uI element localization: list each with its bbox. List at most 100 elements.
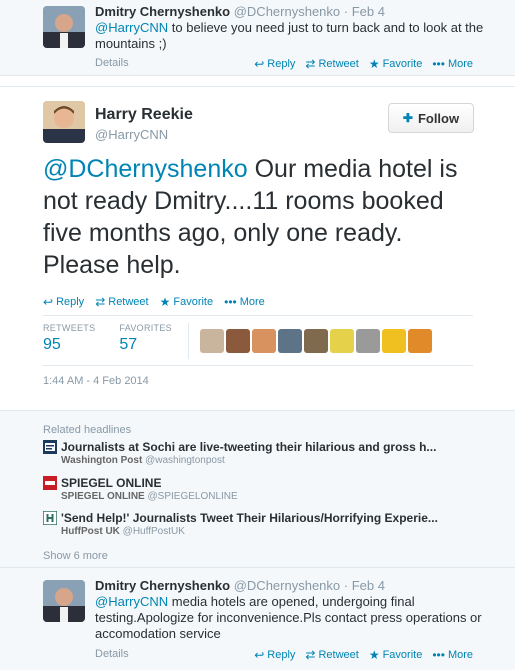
tweet-actions: ↩ Reply ⇄ Retweet ★ Favorite ••• More (254, 648, 473, 662)
retweet-icon: ⇄ (305, 648, 316, 662)
avatar[interactable] (43, 580, 85, 622)
avatar[interactable] (408, 329, 432, 353)
author-handle[interactable]: @HarryCNN (95, 127, 168, 142)
retweet-icon: ⇄ (95, 295, 106, 309)
divider (188, 323, 189, 359)
avatar[interactable] (278, 329, 302, 353)
divider (43, 365, 473, 366)
retweet-button[interactable]: ⇄ Retweet (95, 295, 148, 309)
source-name[interactable]: Washington Post (61, 455, 142, 466)
avatar[interactable] (43, 6, 85, 48)
bottom-tweet: Dmitry Chernyshenko @DChernyshenko · Feb… (0, 567, 515, 670)
headline-source: SPIEGEL ONLINE @SPIEGELONLINE (61, 491, 473, 502)
avatar[interactable] (43, 101, 85, 143)
source-name[interactable]: SPIEGEL ONLINE (61, 491, 145, 502)
avatar[interactable] (200, 329, 224, 353)
washington-post-logo-icon (43, 440, 57, 454)
author-handle[interactable]: @DChernyshenko (234, 4, 340, 19)
more-button[interactable]: ••• More (432, 57, 473, 71)
more-button[interactable]: ••• More (224, 295, 265, 309)
more-button[interactable]: ••• More (432, 648, 473, 662)
retweets-count: 95 (43, 336, 61, 353)
source-handle[interactable]: @washingtonpost (145, 455, 225, 466)
reply-button[interactable]: ↩ Reply (254, 648, 295, 662)
star-icon: ★ (368, 648, 380, 662)
avatar[interactable] (356, 329, 380, 353)
avatar[interactable] (330, 329, 354, 353)
reply-label: Reply (267, 58, 296, 70)
reply-button[interactable]: ↩ Reply (254, 57, 295, 71)
mention-link[interactable]: @HarryCNN (95, 20, 168, 35)
headline-title[interactable]: Journalists at Sochi are live-tweeting t… (61, 440, 436, 454)
headline-item[interactable]: 'Send Help!' Journalists Tweet Their Hil… (43, 511, 473, 537)
retweet-label: Retweet (318, 649, 359, 661)
ellipsis-icon: ••• (432, 648, 445, 662)
mention-link[interactable]: @DChernyshenko (43, 155, 248, 183)
follow-button[interactable]: ✚ Follow (388, 103, 474, 133)
avatar[interactable] (304, 329, 328, 353)
reply-icon: ↩ (254, 57, 265, 71)
top-tweet: Dmitry Chernyshenko @DChernyshenko · Feb… (0, 0, 515, 76)
related-headlines: Related headlines Journalists at Sochi a… (0, 410, 515, 567)
details-link[interactable]: Details (95, 57, 129, 69)
favorite-label: Favorite (173, 296, 214, 308)
retweets-stat[interactable]: RETWEETS 95 (43, 323, 95, 354)
favorite-button[interactable]: ★ Favorite (369, 57, 423, 71)
tweet-actions: ↩ Reply ⇄ Retweet ★ Favorite ••• More (254, 57, 473, 71)
huffpost-logo-icon (43, 511, 57, 525)
favorites-stat[interactable]: FAVORITES 57 (119, 323, 172, 354)
avatar[interactable] (226, 329, 250, 353)
more-label: More (239, 296, 265, 308)
avatar[interactable] (252, 329, 276, 353)
favoriter-avatars (200, 329, 432, 353)
source-handle[interactable]: @SPIEGELONLINE (148, 491, 238, 502)
favorite-label: Favorite (382, 649, 423, 661)
star-icon: ★ (159, 295, 171, 309)
reply-icon: ↩ (43, 295, 54, 309)
reply-label: Reply (56, 296, 85, 308)
tweet-date[interactable]: Feb 4 (352, 578, 385, 593)
author-name[interactable]: Harry Reekie (95, 106, 193, 124)
details-link[interactable]: Details (95, 648, 129, 660)
author-name[interactable]: Dmitry Chernyshenko (95, 4, 230, 19)
more-label: More (447, 649, 473, 661)
tweet-text: @HarryCNN to believe you need just to tu… (95, 20, 490, 52)
ellipsis-icon: ••• (432, 57, 445, 71)
avatar[interactable] (382, 329, 406, 353)
author-name[interactable]: Dmitry Chernyshenko (95, 578, 230, 593)
headline-item[interactable]: Journalists at Sochi are live-tweeting t… (43, 440, 473, 466)
headline-title[interactable]: SPIEGEL ONLINE (61, 476, 161, 490)
retweet-icon: ⇄ (305, 57, 316, 71)
favorites-label: FAVORITES (119, 323, 172, 333)
tweet-text: @DChernyshenko Our media hotel is not re… (43, 153, 483, 281)
headline-item[interactable]: SPIEGEL ONLINE SPIEGEL ONLINE @SPIEGELON… (43, 476, 473, 502)
source-name[interactable]: HuffPost UK (61, 526, 120, 537)
headline-title[interactable]: 'Send Help!' Journalists Tweet Their Hil… (61, 511, 438, 525)
tweet-header: Dmitry Chernyshenko @DChernyshenko · Feb… (95, 578, 385, 593)
related-title: Related headlines (43, 424, 132, 436)
show-more-link[interactable]: Show 6 more (43, 550, 108, 562)
tweet-timestamp[interactable]: 1:44 AM - 4 Feb 2014 (43, 375, 149, 387)
tweet-text: @HarryCNN media hotels are opened, under… (95, 594, 490, 642)
separator-dot: · (343, 4, 349, 19)
favorites-count: 57 (119, 336, 138, 353)
star-icon: ★ (368, 57, 380, 71)
reply-icon: ↩ (254, 648, 265, 662)
reply-button[interactable]: ↩ Reply (43, 295, 84, 309)
headline-source: Washington Post @washingtonpost (61, 455, 473, 466)
author-handle[interactable]: @DChernyshenko (234, 578, 340, 593)
tweet-date[interactable]: Feb 4 (352, 4, 385, 19)
retweet-button[interactable]: ⇄ Retweet (305, 648, 358, 662)
favorite-button[interactable]: ★ Favorite (369, 648, 423, 662)
spiegel-logo-icon (43, 476, 57, 490)
add-user-icon: ✚ (402, 111, 413, 125)
tweet-stats: RETWEETS 95 FAVORITES 57 (43, 323, 196, 354)
mention-link[interactable]: @HarryCNN (95, 594, 168, 609)
favorite-label: Favorite (382, 58, 423, 70)
favorite-button[interactable]: ★ Favorite (160, 295, 214, 309)
source-handle[interactable]: @HuffPostUK (123, 526, 185, 537)
divider (43, 315, 473, 316)
retweet-label: Retweet (318, 58, 359, 70)
retweet-button[interactable]: ⇄ Retweet (305, 57, 358, 71)
tweet-header: Dmitry Chernyshenko @DChernyshenko · Feb… (95, 4, 385, 19)
